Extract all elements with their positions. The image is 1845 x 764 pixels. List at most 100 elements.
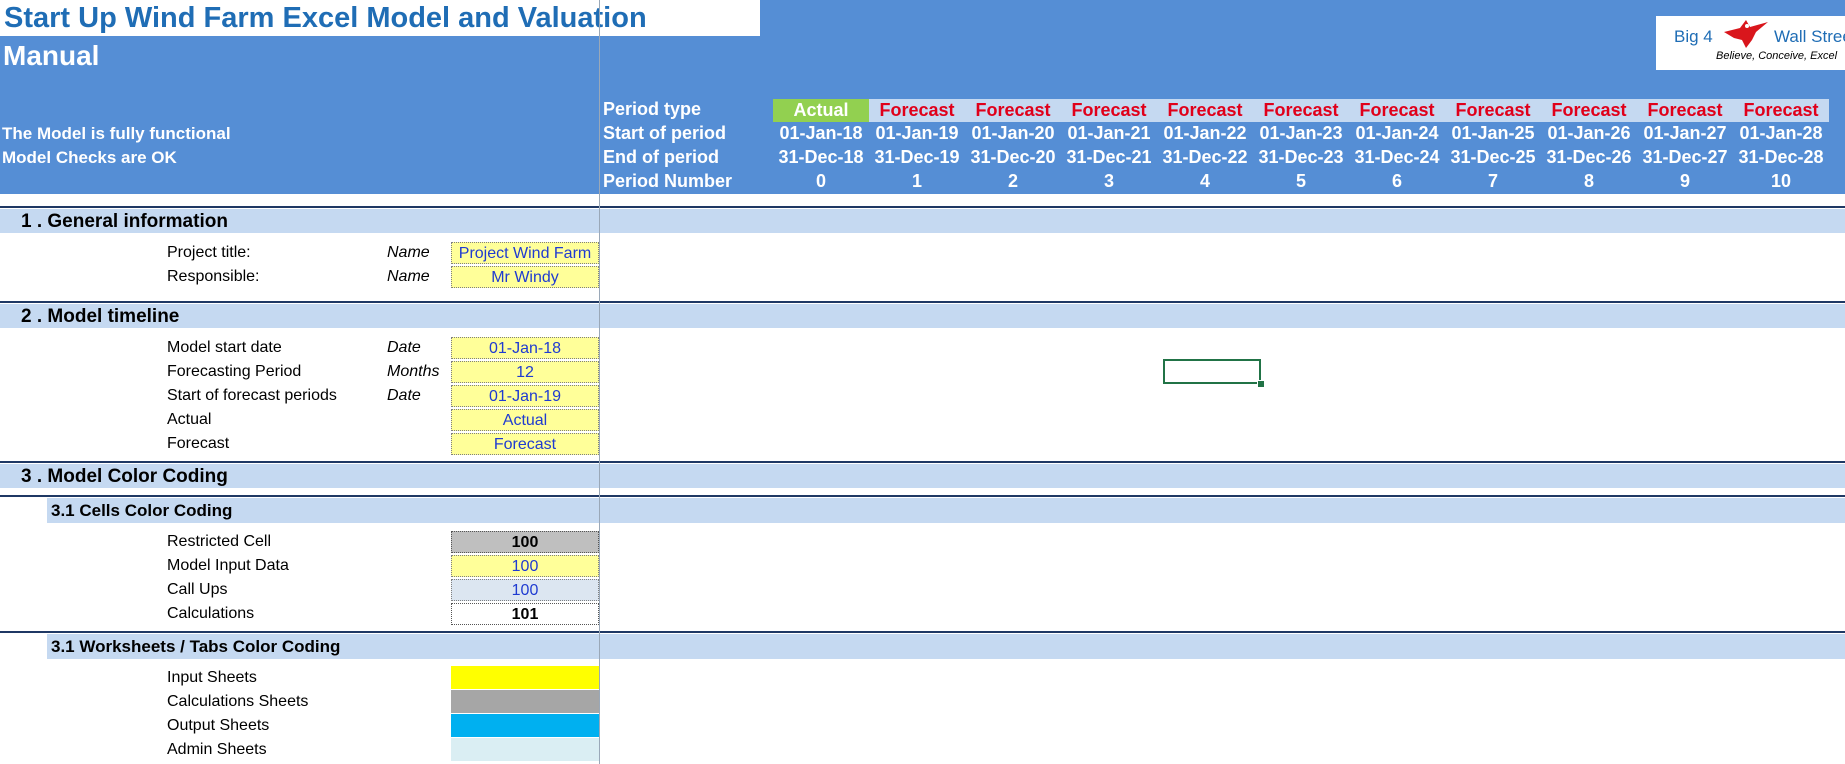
period-type-cell[interactable]: Forecast	[1445, 99, 1541, 122]
period-number-cell[interactable]: 5	[1253, 171, 1349, 192]
period-number-cell[interactable]: 8	[1541, 171, 1637, 192]
forecasting-period-unit: Months	[387, 363, 440, 380]
selected-cell[interactable]	[1163, 359, 1261, 384]
section-divider	[0, 495, 1845, 497]
start-of-period-cell[interactable]: 01-Jan-21	[1061, 123, 1157, 144]
period-type-cell[interactable]: Forecast	[1061, 99, 1157, 122]
actual-input[interactable]: Actual	[451, 409, 599, 431]
period-number-cell[interactable]: 1	[869, 171, 965, 192]
period-type-cell[interactable]: Forecast	[1541, 99, 1637, 122]
project-title-label: Project title:	[167, 244, 251, 261]
period-type-cell[interactable]: Forecast	[1157, 99, 1253, 122]
start-of-period-cell[interactable]: 01-Jan-27	[1637, 123, 1733, 144]
restricted-cell-sample[interactable]: 100	[451, 531, 599, 553]
period-number-cell[interactable]: 4	[1157, 171, 1253, 192]
start-of-period-cell[interactable]: 01-Jan-22	[1157, 123, 1253, 144]
input-sheets-label: Input Sheets	[167, 669, 257, 686]
end-of-period-cell[interactable]: 31-Dec-25	[1445, 147, 1541, 168]
logo-tagline: Believe, Conceive, Excel	[1716, 50, 1838, 62]
cells-coding-title: 3.1 Cells Color Coding	[51, 501, 233, 520]
start-of-period-cell[interactable]: 01-Jan-26	[1541, 123, 1637, 144]
section-timeline-title: 2 . Model timeline	[21, 306, 180, 327]
responsible-input[interactable]: Mr Windy	[451, 266, 599, 288]
call-ups-sample[interactable]: 100	[451, 579, 599, 601]
period-type-cell[interactable]: Actual	[773, 99, 869, 122]
fill-handle[interactable]	[1257, 380, 1265, 388]
section-divider	[0, 301, 1845, 303]
calculations-sheets-label: Calculations Sheets	[167, 693, 309, 710]
input-sheets-swatch[interactable]	[451, 666, 599, 689]
section-divider	[0, 631, 1845, 633]
start-of-period-cell[interactable]: 01-Jan-25	[1445, 123, 1541, 144]
section-general-title: 1 . General information	[21, 211, 228, 232]
end-of-period-cell[interactable]: 31-Dec-19	[869, 147, 965, 168]
output-sheets-swatch[interactable]	[451, 714, 599, 737]
logo-text-left: Big 4	[1674, 27, 1713, 46]
period-type-cell[interactable]: Forecast	[1733, 99, 1829, 122]
end-of-period-cell[interactable]: 31-Dec-23	[1253, 147, 1349, 168]
start-of-period-cell[interactable]: 01-Jan-18	[773, 123, 869, 144]
model-start-date-unit: Date	[387, 339, 421, 356]
period-number-label: Period Number	[603, 171, 733, 191]
status-checks: Model Checks are OK	[2, 148, 177, 167]
period-number-cell[interactable]: 6	[1349, 171, 1445, 192]
big4-logo: Big 4 Wall Street Believe, Conceive, Exc…	[1656, 16, 1845, 70]
period-number-cell[interactable]: 10	[1733, 171, 1829, 192]
start-of-period-cell[interactable]: 01-Jan-20	[965, 123, 1061, 144]
freeze-pane-line	[599, 0, 600, 764]
period-type-cell[interactable]: Forecast	[869, 99, 965, 122]
forecast-start-label: Start of forecast periods	[167, 387, 337, 404]
forecasting-period-label: Forecasting Period	[167, 363, 302, 380]
section-divider	[0, 206, 1845, 208]
start-of-period-cell[interactable]: 01-Jan-19	[869, 123, 965, 144]
section-general-bar	[0, 209, 1845, 233]
actual-label: Actual	[167, 411, 212, 428]
end-of-period-label: End of period	[603, 147, 719, 167]
section-coding-bar	[0, 464, 1845, 488]
logo-text-right: Wall Street	[1774, 27, 1845, 46]
period-number-cell[interactable]: 9	[1637, 171, 1733, 192]
admin-sheets-label: Admin Sheets	[167, 741, 267, 758]
restricted-cell-label: Restricted Cell	[167, 533, 272, 550]
start-of-period-label: Start of period	[603, 123, 727, 143]
period-number-cell[interactable]: 2	[965, 171, 1061, 192]
period-number-cell[interactable]: 7	[1445, 171, 1541, 192]
model-start-date-input[interactable]: 01-Jan-18	[451, 337, 599, 359]
status-functional: The Model is fully functional	[2, 124, 231, 143]
model-title: Start Up Wind Farm Excel Model and Valua…	[4, 2, 647, 34]
responsible-label: Responsible:	[167, 268, 260, 285]
period-type-cell[interactable]: Forecast	[1637, 99, 1733, 122]
end-of-period-cell[interactable]: 31-Dec-21	[1061, 147, 1157, 168]
start-of-period-cell[interactable]: 01-Jan-28	[1733, 123, 1829, 144]
calculations-sample[interactable]: 101	[451, 603, 599, 625]
project-title-input[interactable]: Project Wind Farm	[451, 242, 599, 264]
model-input-data-label: Model Input Data	[167, 557, 289, 574]
period-number-cell[interactable]: 3	[1061, 171, 1157, 192]
tabs-coding-title: 3.1 Worksheets / Tabs Color Coding	[51, 637, 341, 656]
forecasting-period-input[interactable]: 12	[451, 361, 599, 383]
period-number-cell[interactable]: 0	[773, 171, 869, 192]
forecast-start-input[interactable]: 01-Jan-19	[451, 385, 599, 407]
admin-sheets-swatch[interactable]	[451, 738, 599, 761]
period-type-cell[interactable]: Forecast	[965, 99, 1061, 122]
period-type-cell[interactable]: Forecast	[1253, 99, 1349, 122]
end-of-period-cell[interactable]: 31-Dec-27	[1637, 147, 1733, 168]
calculations-sheets-swatch[interactable]	[451, 690, 599, 713]
forecast-start-unit: Date	[387, 387, 421, 404]
forecast-input[interactable]: Forecast	[451, 433, 599, 455]
end-of-period-cell[interactable]: 31-Dec-28	[1733, 147, 1829, 168]
sheet-name: Manual	[3, 40, 100, 71]
end-of-period-cell[interactable]: 31-Dec-18	[773, 147, 869, 168]
project-title-unit: Name	[387, 244, 430, 261]
section-coding-title: 3 . Model Color Coding	[21, 466, 228, 487]
period-type-cell[interactable]: Forecast	[1349, 99, 1445, 122]
end-of-period-cell[interactable]: 31-Dec-24	[1349, 147, 1445, 168]
responsible-unit: Name	[387, 268, 430, 285]
start-of-period-cell[interactable]: 01-Jan-24	[1349, 123, 1445, 144]
cells-coding-bar	[47, 498, 1845, 523]
model-input-data-sample[interactable]: 100	[451, 555, 599, 577]
end-of-period-cell[interactable]: 31-Dec-20	[965, 147, 1061, 168]
start-of-period-cell[interactable]: 01-Jan-23	[1253, 123, 1349, 144]
end-of-period-cell[interactable]: 31-Dec-26	[1541, 147, 1637, 168]
end-of-period-cell[interactable]: 31-Dec-22	[1157, 147, 1253, 168]
